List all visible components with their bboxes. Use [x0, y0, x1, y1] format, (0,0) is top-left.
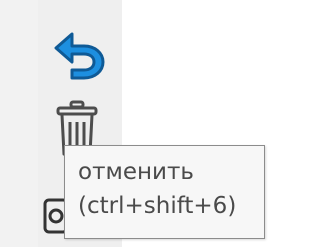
app-window: отменить (ctrl+shift+6)	[0, 0, 281, 247]
undo-tooltip: отменить (ctrl+shift+6)	[64, 145, 265, 239]
undo-arrow-icon	[54, 32, 105, 80]
undo-button[interactable]	[40, 22, 118, 84]
tooltip-shortcut: (ctrl+shift+6)	[78, 193, 237, 219]
tooltip-title: отменить	[78, 159, 194, 185]
